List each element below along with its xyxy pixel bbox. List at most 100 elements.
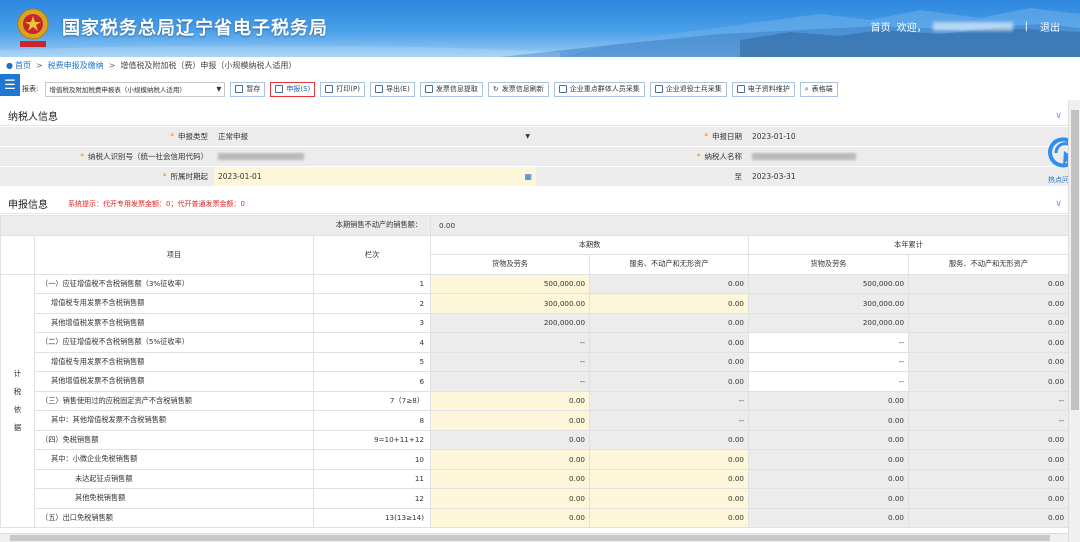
table-row: 其他增值税发票不含税销售额 3 200,000.00 0.00 200,000.00 0.… <box>1 312 1070 333</box>
user-name-masked <box>932 22 1013 31</box>
period-start-input[interactable]: 2023-01-01 ▦ <box>214 167 536 186</box>
row-value-c3: 0.00 <box>748 468 910 489</box>
taxpayer-id-value-masked <box>214 147 536 166</box>
save-draft-button[interactable]: 暂存 <box>230 81 266 97</box>
row-seq: 3 <box>312 312 432 333</box>
row-value-c2[interactable]: 0.00 <box>589 507 750 528</box>
period-start-label: * 所属时期起 <box>0 167 214 186</box>
header-ytd: 本年累计 <box>748 234 1070 255</box>
row-value-c2: 0.00 <box>589 351 750 372</box>
invoice-refresh-button[interactable]: ↻ 发票信息刷新 <box>487 81 549 97</box>
row-value-c1[interactable]: 0.00 <box>430 449 591 470</box>
row-value-c4: 0.00 <box>908 488 1070 509</box>
row-value-c2: 0.00 <box>589 312 750 333</box>
key-personnel-button[interactable]: 企业重点群体人员采集 <box>553 81 645 97</box>
row-seq: 1 <box>312 273 432 294</box>
form-query-label: 表格端 <box>811 85 833 93</box>
row-value-c2[interactable]: 0.00 <box>589 488 750 509</box>
real-estate-row: 本期销售不动产的销售额： 0.00 <box>0 215 1070 236</box>
row-value-c1: -- <box>430 371 591 392</box>
row-value-c4: 0.00 <box>908 312 1070 333</box>
row-value-c4: 0.00 <box>908 507 1070 528</box>
decl-type-label: * 申报类型 <box>0 127 214 146</box>
taxpayer-info-header[interactable]: 纳税人信息 ∨ <box>0 106 1068 126</box>
row-item-label: 其他增值税发票不含税销售额 <box>34 312 314 333</box>
decl-date-label: * 申报日期 <box>536 127 748 146</box>
form-query-button[interactable]: ⌕ 表格端 <box>799 81 838 97</box>
row-value-c1[interactable]: 0.00 <box>430 410 591 431</box>
row-value-c1[interactable]: 0.00 <box>430 390 591 411</box>
invoice-fetch-button[interactable]: 发票信息提取 <box>419 81 483 97</box>
row-item-label: 未达起征点销售额 <box>34 468 314 489</box>
row-value-c2[interactable]: 0.00 <box>589 449 750 470</box>
row-value-c1[interactable]: 0.00 <box>430 488 591 509</box>
taxpayer-name-label: * 纳税人名称 <box>536 147 748 166</box>
nav-home-link[interactable]: 首页 <box>871 19 891 34</box>
header-ytd-goods: 货物及劳务 <box>748 254 910 275</box>
horizontal-scroll-thumb[interactable] <box>10 535 1050 541</box>
table-row: 其中：小微企业免税销售额 10 0.00 0.00 0.00 0.00 <box>1 449 1070 470</box>
row-seq: 9=10+11+12 <box>312 429 432 450</box>
table-body: 计税依据 （一）应征增值税不含税销售额（3%征收率） 1 500,000.00 0.00… <box>0 273 1070 528</box>
edit-icon <box>558 85 567 93</box>
menu-icon[interactable]: ☰ <box>0 74 20 96</box>
row-value-c3: 0.00 <box>748 488 910 509</box>
decl-type-select[interactable]: 正常申报 ▼ <box>214 127 536 146</box>
row-value-c1[interactable]: 0.00 <box>430 507 591 528</box>
row-seq: 8 <box>312 410 432 431</box>
nav-logout-link[interactable]: 退出 <box>1040 19 1060 34</box>
row-value-c3: 0.00 <box>748 410 910 431</box>
row-value-c1: -- <box>430 332 591 353</box>
decl-type-value: 正常申报 <box>218 132 248 141</box>
export-button[interactable]: 导出(E) <box>369 81 415 97</box>
declare-button[interactable]: 申报(S) <box>270 81 316 97</box>
row-seq: 4 <box>312 332 432 353</box>
breadcrumb-home[interactable]: 首页 <box>15 60 31 71</box>
row-seq: 11 <box>312 468 432 489</box>
chevron-down-icon[interactable]: ∨ <box>1055 199 1062 209</box>
row-value-c1[interactable]: 500,000.00 <box>430 273 591 294</box>
declaration-table: 本期销售不动产的销售额： 0.00 项目 栏次 本期数 本年累计 货物及劳务 服… <box>0 215 1070 528</box>
breadcrumb-separator: > <box>35 60 43 70</box>
invoice-fetch-label: 发票信息提取 <box>435 85 478 93</box>
header-current-services: 服务、不动产和无形资产 <box>589 254 750 275</box>
calendar-icon[interactable]: ▦ <box>524 172 532 181</box>
e-docs-label: 电子资料维护 <box>747 85 790 93</box>
header-seq: 栏次 <box>312 234 432 275</box>
row-value-c4: 0.00 <box>908 429 1070 450</box>
print-button[interactable]: 打印(P) <box>320 81 365 97</box>
top-nav: 首页 欢迎， | 退出 <box>871 19 1060 34</box>
table-row: （三）销售使用过的应税固定资产不含税销售额 7（7≥8） 0.00 -- 0.00 -- <box>1 390 1070 411</box>
retired-soldiers-button[interactable]: 企业退役士兵采集 <box>649 81 727 97</box>
real-estate-value: 0.00 <box>430 215 1070 236</box>
row-value-c4: 0.00 <box>908 273 1070 294</box>
row-value-c1[interactable]: 0.00 <box>430 468 591 489</box>
chevron-down-icon: ▼ <box>525 133 530 140</box>
breadcrumb-level1[interactable]: 税费申报及缴纳 <box>48 60 104 71</box>
real-estate-label: 本期销售不动产的销售额： <box>0 215 432 236</box>
e-docs-button[interactable]: 电子资料维护 <box>731 81 795 97</box>
row-value-c2: 0.00 <box>589 273 750 294</box>
vertical-scrollbar[interactable] <box>1068 100 1080 542</box>
table-row: （五）出口免税销售额 13(13≥14) 0.00 0.00 0.00 0.00 <box>1 507 1070 528</box>
vertical-scroll-thumb[interactable] <box>1071 110 1079 410</box>
row-item-label: 其他增值税发票不含税销售额 <box>34 371 314 392</box>
row-value-c1: 0.00 <box>430 429 591 450</box>
header-current-goods: 货物及劳务 <box>430 254 591 275</box>
row-value-c3: 300,000.00 <box>748 293 910 314</box>
chevron-down-icon: ▼ <box>216 85 222 93</box>
row-value-c3: 200,000.00 <box>748 312 910 333</box>
declare-icon <box>275 85 284 93</box>
row-item-label: （二）应征增值税不含税销售额（5%征收率） <box>34 332 314 353</box>
report-select[interactable]: 增值税及附加税费申报表（小规模纳税人适用） ▼ <box>45 81 226 97</box>
row-value-c2[interactable]: 0.00 <box>589 293 750 314</box>
declaration-info-header[interactable]: 申报信息 系统提示：代开专用发票金额：0；代开普通发票金额：0 ∨ <box>0 194 1068 214</box>
row-value-c2[interactable]: 0.00 <box>589 468 750 489</box>
chevron-down-icon[interactable]: ∨ <box>1055 111 1062 121</box>
row-value-c1[interactable]: 300,000.00 <box>430 293 591 314</box>
row-value-c1: 200,000.00 <box>430 312 591 333</box>
declaration-info-title: 申报信息 <box>8 200 48 211</box>
declaration-table-wrap: 本期销售不动产的销售额： 0.00 项目 栏次 本期数 本年累计 货物及劳务 服… <box>0 215 1070 528</box>
horizontal-scrollbar[interactable] <box>0 533 1068 542</box>
system-notice: 系统提示：代开专用发票金额：0；代开普通发票金额：0 <box>68 199 245 208</box>
